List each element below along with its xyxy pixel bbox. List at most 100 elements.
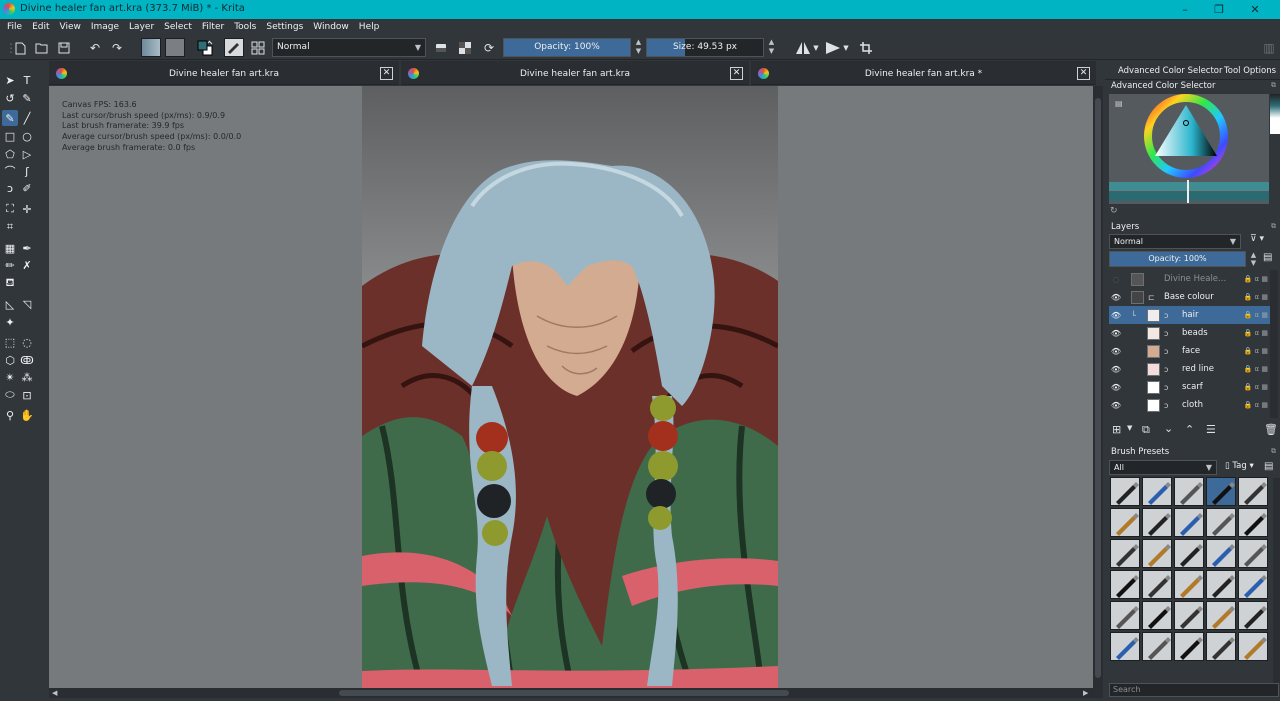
dynamic-brush-tool-icon[interactable]: ↄ xyxy=(2,180,18,196)
layer-visible-icon[interactable]: 👁 xyxy=(1109,293,1123,302)
minimize-button[interactable]: – xyxy=(1168,0,1202,19)
pattern-selector[interactable] xyxy=(165,38,185,57)
move-layer-up-icon[interactable]: ⌃ xyxy=(1185,423,1194,436)
layer-flags-icon[interactable]: 🔒 α ▦ xyxy=(1244,401,1268,409)
close-tab-icon[interactable]: ✕ xyxy=(1077,67,1090,80)
gradient-tool-icon[interactable]: ▦ xyxy=(2,240,18,256)
brush-preset-item[interactable] xyxy=(1174,632,1204,661)
reference-images-tool-icon[interactable]: ✦ xyxy=(2,314,18,330)
delete-layer-icon[interactable]: 🗑 xyxy=(1264,423,1278,436)
layer-flags-icon[interactable]: 🔒 α ▦ xyxy=(1244,383,1268,391)
tab-document-2[interactable]: Divine healer fan art.kra ✕ xyxy=(401,61,749,85)
brush-view-mode-icon[interactable]: ▤ xyxy=(1264,461,1273,472)
layer-row[interactable]: 👁 ↄ face 🔒 α ▦ xyxy=(1109,342,1270,360)
layer-lock-alpha-icon[interactable]: ↄ xyxy=(1164,311,1168,320)
opacity-slider[interactable]: Opacity: 100% xyxy=(503,38,631,57)
brush-preset-item[interactable] xyxy=(1238,601,1268,630)
horizontal-scrollbar[interactable]: ◀ ▶ xyxy=(49,688,1103,698)
reload-preset-icon[interactable]: ⟳ xyxy=(481,40,497,56)
layer-flags-icon[interactable]: 🔒 α ▦ xyxy=(1244,365,1268,373)
preserve-alpha-icon[interactable] xyxy=(457,40,473,56)
brush-preset-item[interactable] xyxy=(1142,477,1172,506)
painting-canvas[interactable] xyxy=(362,86,778,688)
vertical-scrollbar-thumb[interactable] xyxy=(1095,98,1101,678)
layer-lock-alpha-icon[interactable]: ↄ xyxy=(1164,347,1168,356)
magnetic-selection-tool-icon[interactable]: ⊡ xyxy=(19,387,35,403)
brush-preset-item[interactable] xyxy=(1110,477,1140,506)
close-window-button[interactable]: ✕ xyxy=(1238,0,1272,19)
edit-shapes-tool-icon[interactable]: ↺ xyxy=(2,90,18,106)
layer-visible-icon[interactable]: 👁 xyxy=(1109,383,1123,392)
layer-row[interactable]: 👁 ↄ scarf 🔒 α ▦ xyxy=(1109,378,1270,396)
layer-flags-icon[interactable]: 🔒 α ▦ xyxy=(1244,347,1268,355)
menu-window[interactable]: Window xyxy=(308,22,354,32)
layer-blend-mode-select[interactable]: Normal ▼ xyxy=(1109,234,1241,249)
brush-preset-item[interactable] xyxy=(1142,601,1172,630)
brush-preset-item[interactable] xyxy=(1238,570,1268,599)
recent-colors-strip[interactable] xyxy=(1270,94,1280,134)
layer-filter-icon[interactable]: ⊽ ▾ xyxy=(1250,234,1264,244)
line-tool-icon[interactable]: ╱ xyxy=(19,110,35,126)
maximize-button[interactable]: ❐ xyxy=(1202,0,1236,19)
mirror-horizontal-icon[interactable] xyxy=(795,40,811,56)
colorize-mask-tool-icon[interactable]: ✗ xyxy=(19,257,35,273)
mirror-vertical-icon[interactable] xyxy=(825,40,841,56)
menu-settings[interactable]: Settings xyxy=(261,22,308,32)
dock-float-close-icon[interactable]: ⧉ xyxy=(1271,81,1276,90)
add-layer-menu-icon[interactable]: ▼ xyxy=(1127,424,1132,432)
contiguous-selection-tool-icon[interactable]: ✴ xyxy=(2,369,18,385)
layer-visible-icon[interactable]: 👁 xyxy=(1109,311,1123,320)
zoom-tool-icon[interactable]: ⚲ xyxy=(2,407,18,423)
fill-tool-icon[interactable]: ⛾ xyxy=(2,275,18,291)
layer-visible-icon[interactable]: 👁 xyxy=(1109,365,1123,374)
layer-row[interactable]: 👁 ↄ red line 🔒 α ▦ xyxy=(1109,360,1270,378)
brush-preset-item[interactable] xyxy=(1110,539,1140,568)
brush-preset-item[interactable] xyxy=(1238,539,1268,568)
scroll-right-icon[interactable]: ▶ xyxy=(1083,689,1088,697)
dock-float-close-icon[interactable]: ⧉ xyxy=(1271,222,1276,231)
tab-tool-options[interactable]: Tool Options xyxy=(1224,66,1276,76)
brush-preset-item[interactable] xyxy=(1238,477,1268,506)
horizontal-scrollbar-thumb[interactable] xyxy=(339,690,789,696)
layer-row[interactable]: ◌ Divine Heale... 🔒 α ▦ xyxy=(1109,270,1270,288)
select-shapes-tool-icon[interactable]: ➤ xyxy=(2,72,18,88)
brush-preset-item[interactable] xyxy=(1110,570,1140,599)
polygonal-selection-tool-icon[interactable]: ⬡ xyxy=(2,352,18,368)
layer-properties-sliders-icon[interactable]: ☰ xyxy=(1206,423,1216,436)
mirror-vertical-menu-icon[interactable]: ▼ xyxy=(841,40,851,56)
dock-float-close-icon[interactable]: ⧉ xyxy=(1271,447,1276,456)
brush-preset-item[interactable] xyxy=(1238,508,1268,537)
layer-row[interactable]: 👁 ↄ cloth 🔒 α ▦ xyxy=(1109,396,1270,414)
brush-preset-item[interactable] xyxy=(1142,632,1172,661)
menu-image[interactable]: Image xyxy=(86,22,124,32)
brush-preset-item[interactable] xyxy=(1174,601,1204,630)
bezier-curve-tool-icon[interactable]: ⌒ xyxy=(2,163,18,179)
opacity-stepper[interactable]: ▲ ▼ xyxy=(633,38,644,57)
layer-row[interactable]: 👁 ⊏ Base colour 🔒 α ▦ xyxy=(1109,288,1270,306)
brush-preset-grid-icon[interactable] xyxy=(250,40,266,56)
brush-preset-item[interactable] xyxy=(1142,570,1172,599)
rectangle-tool-icon[interactable]: □ xyxy=(2,128,18,144)
multibrush-tool-icon[interactable]: ✐ xyxy=(19,180,35,196)
move-tool-icon[interactable]: ✛ xyxy=(19,201,35,217)
tab-document-1[interactable]: Divine healer fan art.kra ✕ xyxy=(49,61,399,85)
undo-icon[interactable]: ↶ xyxy=(87,40,103,56)
layer-visible-icon[interactable]: 👁 xyxy=(1109,329,1123,338)
freehand-path-tool-icon[interactable]: ʃ xyxy=(19,163,35,179)
menu-edit[interactable]: Edit xyxy=(27,22,54,32)
calligraphy-tool-icon[interactable]: ✎ xyxy=(19,90,35,106)
gradient-selector[interactable] xyxy=(141,38,161,57)
text-tool-icon[interactable]: T xyxy=(19,72,35,88)
brush-preset-item[interactable] xyxy=(1206,601,1236,630)
duplicate-layer-icon[interactable]: ⧉ xyxy=(1142,423,1150,437)
brush-preset-item[interactable] xyxy=(1174,508,1204,537)
freehand-brush-tool-icon[interactable]: ✎ xyxy=(2,110,18,126)
fg-bg-color-icon[interactable] xyxy=(195,40,215,56)
color-selector-settings-icon[interactable]: ▤ xyxy=(1115,99,1123,108)
menu-help[interactable]: Help xyxy=(354,22,385,32)
layer-lock-alpha-icon[interactable]: ↄ xyxy=(1164,329,1168,338)
layer-flags-icon[interactable]: 🔒 α ▦ xyxy=(1244,311,1268,319)
brush-preset-selector[interactable] xyxy=(224,38,244,57)
polygon-tool-icon[interactable]: ⬠ xyxy=(2,146,18,162)
menu-view[interactable]: View xyxy=(55,22,86,32)
